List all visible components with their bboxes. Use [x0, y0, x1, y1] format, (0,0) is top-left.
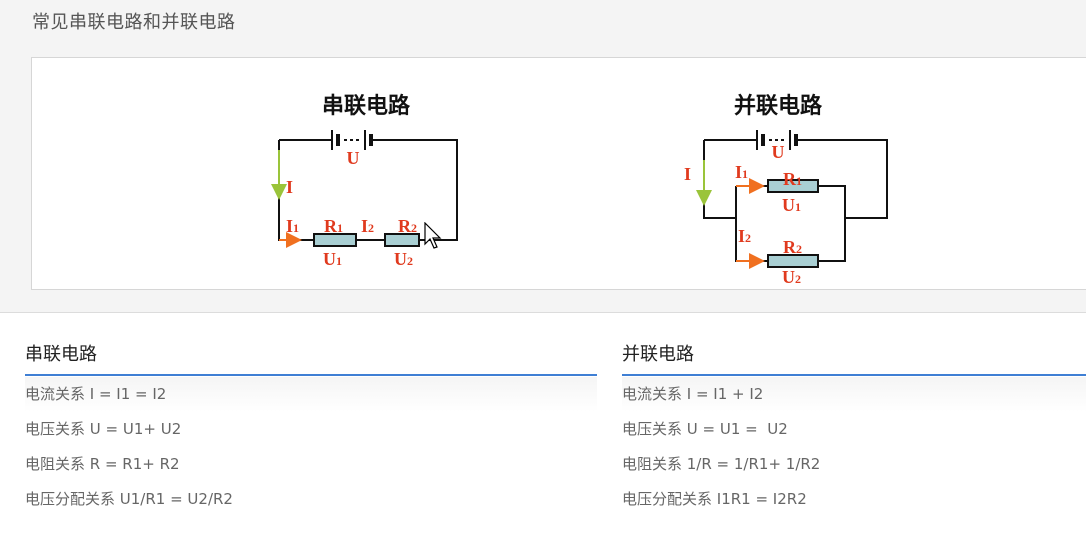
series-r1-label: R1 — [324, 216, 343, 236]
series-u2-label: U2 — [394, 249, 413, 269]
parallel-battery-label: U — [772, 142, 785, 162]
parallel-current-division: 电压分配关系 I1R1 = I2R2 — [622, 490, 807, 508]
series-resistance-relation: 电阻关系 R = R1+ R2 — [25, 455, 180, 473]
series-panel-heading: 串联电路 — [25, 340, 597, 376]
circuit-diagrams: 串联电路 U I I1 R1 U1 I2 R2 U2 并联电路 U I I1 R… — [271, 93, 888, 287]
parallel-i2-label: I2 — [738, 226, 751, 246]
series-u1-label: U1 — [323, 249, 342, 269]
series-r2-label: R2 — [398, 216, 417, 236]
series-current-label: I — [286, 177, 293, 197]
parallel-circuit-title: 并联电路 — [734, 93, 823, 119]
parallel-i1-label: I1 — [735, 162, 748, 182]
parallel-r2-label: R2 — [783, 237, 802, 257]
mouse-cursor-icon — [424, 222, 442, 249]
parallel-current-label: I — [684, 164, 691, 184]
series-i2-label: I2 — [361, 216, 374, 236]
parallel-voltage-relation: 电压关系 U = U1 = U2 — [622, 420, 788, 438]
series-battery-label: U — [347, 148, 360, 168]
series-voltage-division: 电压分配关系 U1/R1 = U2/R2 — [25, 490, 233, 508]
series-voltage-relation: 电压关系 U = U1+ U2 — [25, 420, 182, 438]
series-i1-label: I1 — [286, 216, 299, 236]
parallel-u1-label: U1 — [782, 195, 801, 215]
page-title: 常见串联电路和并联电路 — [32, 12, 236, 33]
parallel-r1-label: R1 — [783, 169, 802, 189]
parallel-u2-label: U2 — [782, 267, 801, 287]
parallel-resistance-relation: 电阻关系 1/R = 1/R1+ 1/R2 — [622, 455, 821, 473]
parallel-panel: 并联电路 电流关系 I = I1 + I2 电压关系 U = U1 = U2 电… — [622, 340, 1086, 517]
series-panel: 串联电路 电流关系 I = I1 = I2 电压关系 U = U1+ U2 电阻… — [25, 340, 597, 517]
parallel-circuit: 并联电路 U I I1 R1 U1 I2 R2 U2 — [684, 93, 888, 287]
parallel-current-relation: 电流关系 I = I1 + I2 — [622, 377, 1086, 412]
series-circuit-title: 串联电路 — [322, 93, 411, 119]
parallel-panel-heading: 并联电路 — [622, 340, 1086, 376]
series-current-relation: 电流关系 I = I1 = I2 — [25, 377, 597, 412]
figure-section: 常见串联电路和并联电路 串联电路 U I I1 R1 U1 I2 R2 U2 并… — [0, 0, 1086, 313]
series-battery — [331, 130, 373, 150]
circuit-figure: 串联电路 U I I1 R1 U1 I2 R2 U2 并联电路 U I I1 R… — [31, 57, 1086, 290]
